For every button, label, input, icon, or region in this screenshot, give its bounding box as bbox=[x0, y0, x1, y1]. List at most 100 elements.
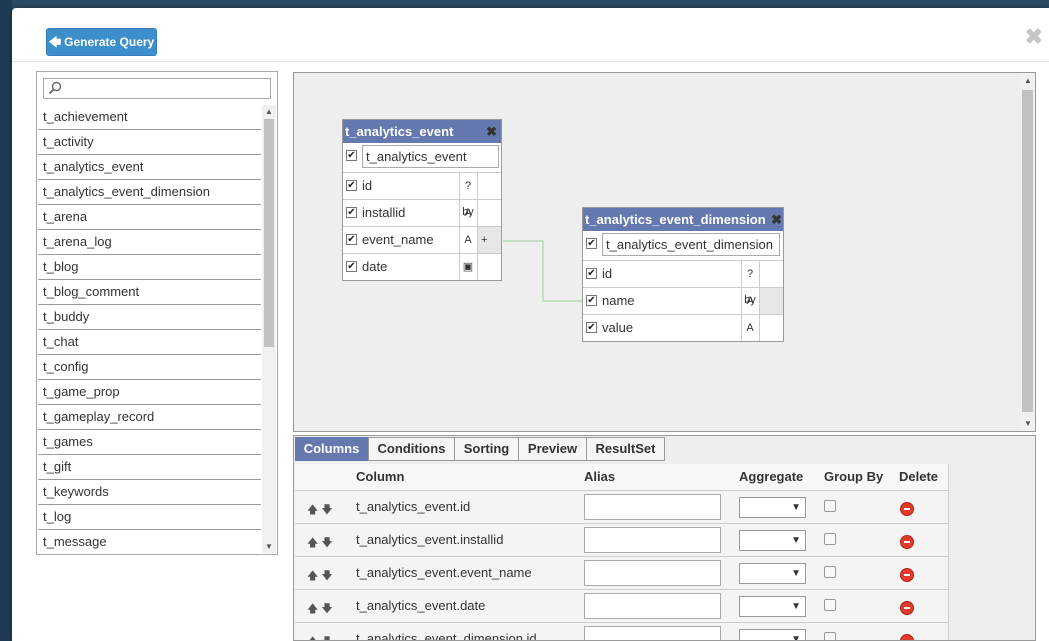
table-list-item[interactable]: t_message bbox=[38, 530, 261, 553]
alias-input[interactable] bbox=[584, 626, 721, 640]
scroll-down-icon[interactable]: ▼ bbox=[265, 542, 273, 551]
group-by-checkbox[interactable] bbox=[824, 500, 836, 512]
field-checkbox[interactable]: ✔ bbox=[346, 207, 357, 218]
aggregate-select[interactable]: ▼ bbox=[739, 497, 806, 518]
aggregate-select[interactable]: ▼ bbox=[739, 629, 806, 640]
table-list-item[interactable]: t_analytics_event bbox=[38, 155, 261, 180]
move-down-icon[interactable]: 🡇 bbox=[321, 534, 332, 553]
select-all-checkbox[interactable]: ✔ bbox=[346, 150, 357, 161]
group-by-checkbox[interactable] bbox=[824, 599, 836, 611]
tab-preview[interactable]: Preview bbox=[518, 437, 587, 461]
aggregate-select[interactable]: ▼ bbox=[739, 596, 806, 617]
move-up-icon[interactable]: 🡅 bbox=[307, 534, 318, 553]
group-by-checkbox[interactable] bbox=[824, 566, 836, 578]
field-checkbox[interactable]: ✔ bbox=[346, 234, 357, 245]
entity-header[interactable]: t_analytics_event ✖ bbox=[343, 120, 501, 143]
entity-header[interactable]: t_analytics_event_dimension ✖ bbox=[583, 208, 783, 231]
group-by-checkbox[interactable] bbox=[824, 533, 836, 545]
entity-alias-input[interactable]: t_analytics_event_dimension bbox=[602, 233, 780, 256]
table-list-item[interactable]: t_analytics_event_dimension bbox=[38, 180, 261, 205]
table-list-item[interactable]: t_gift bbox=[38, 455, 261, 480]
move-up-icon[interactable]: 🡅 bbox=[307, 633, 318, 640]
field-checkbox[interactable]: ✔ bbox=[586, 322, 597, 333]
field-checkbox[interactable]: ✔ bbox=[586, 268, 597, 279]
header-delete: Delete bbox=[899, 469, 939, 484]
entity-alias-input[interactable]: t_analytics_event bbox=[362, 145, 499, 168]
table-list-scrollbar[interactable]: ▲ ▼ bbox=[262, 105, 276, 553]
scroll-thumb[interactable] bbox=[264, 119, 274, 347]
table-list-item[interactable]: t_log bbox=[38, 505, 261, 530]
table-list-item[interactable]: t_game_prop bbox=[38, 380, 261, 405]
generate-query-button[interactable]: 🡄 Generate Query bbox=[46, 28, 157, 56]
move-down-icon[interactable]: 🡇 bbox=[321, 633, 332, 640]
table-list-item[interactable]: t_games bbox=[38, 430, 261, 455]
move-down-icon[interactable]: 🡇 bbox=[321, 567, 332, 586]
alias-input[interactable] bbox=[584, 560, 721, 586]
scroll-down-icon[interactable]: ▼ bbox=[1024, 419, 1032, 428]
table-list-item[interactable]: t_gameplay_record bbox=[38, 405, 261, 430]
field-checkbox[interactable]: ✔ bbox=[586, 295, 597, 306]
column-name: t_analytics_event.installid bbox=[356, 532, 504, 547]
field-checkbox[interactable]: ✔ bbox=[346, 261, 357, 272]
field-extra-cell bbox=[759, 315, 783, 341]
scroll-up-icon[interactable]: ▲ bbox=[265, 107, 273, 116]
tab-columns[interactable]: Columns bbox=[295, 437, 368, 461]
select-all-checkbox[interactable]: ✔ bbox=[586, 238, 597, 249]
entity-title: t_analytics_event_dimension bbox=[585, 212, 766, 227]
aggregate-select[interactable]: ▼ bbox=[739, 563, 806, 584]
table-row: 🡅 🡇 t_analytics_event.id ▼ bbox=[295, 491, 948, 524]
query-designer-canvas[interactable]: t_analytics_event ✖ ✔ t_analytics_event ✔… bbox=[293, 72, 1036, 432]
move-up-icon[interactable]: 🡅 bbox=[307, 567, 318, 586]
field-type-icon: A bbox=[459, 200, 476, 226]
table-list-item[interactable]: t_blog bbox=[38, 255, 261, 280]
column-name: t_analytics_event.id bbox=[356, 499, 471, 514]
columns-grid: Column Alias Aggregate Group By Delete 🡅… bbox=[295, 464, 949, 640]
table-list-item[interactable]: t_achievement bbox=[38, 105, 261, 130]
canvas-scrollbar[interactable]: ▲ ▼ bbox=[1020, 73, 1035, 431]
remove-entity-icon[interactable]: ✖ bbox=[771, 208, 782, 231]
alias-input[interactable] bbox=[584, 494, 721, 520]
move-down-icon[interactable]: 🡇 bbox=[321, 600, 332, 619]
field-name: installid bbox=[362, 205, 406, 220]
field-extra-cell bbox=[477, 200, 501, 226]
move-up-icon[interactable]: 🡅 bbox=[307, 600, 318, 619]
field-name: date bbox=[362, 259, 388, 274]
scroll-thumb[interactable] bbox=[1022, 90, 1033, 412]
move-up-icon[interactable]: 🡅 bbox=[307, 501, 318, 520]
delete-icon[interactable] bbox=[900, 535, 914, 549]
scroll-up-icon[interactable]: ▲ bbox=[1024, 76, 1032, 85]
move-down-icon[interactable]: 🡇 bbox=[321, 501, 332, 520]
table-list-item[interactable]: t_activity bbox=[38, 130, 261, 155]
table-list-item[interactable]: t_arena_log bbox=[38, 230, 261, 255]
entity-t-analytics-event-dimension[interactable]: t_analytics_event_dimension ✖ ✔ t_analyti… bbox=[582, 207, 784, 342]
field-extra-cell bbox=[477, 254, 501, 280]
alias-input[interactable] bbox=[584, 593, 721, 619]
delete-icon[interactable] bbox=[900, 502, 914, 516]
remove-entity-icon[interactable]: ✖ bbox=[486, 120, 497, 143]
table-list-item[interactable]: t_config bbox=[38, 355, 261, 380]
table-list-item[interactable]: t_blog_comment bbox=[38, 280, 261, 305]
table-search-input[interactable] bbox=[43, 78, 271, 99]
delete-icon[interactable] bbox=[900, 634, 914, 640]
table-list-item[interactable]: t_keywords bbox=[38, 480, 261, 505]
delete-icon[interactable] bbox=[900, 601, 914, 615]
delete-icon[interactable] bbox=[900, 568, 914, 582]
alias-input[interactable] bbox=[584, 527, 721, 553]
aggregate-select[interactable]: ▼ bbox=[739, 530, 806, 551]
field-checkbox[interactable]: ✔ bbox=[346, 180, 357, 191]
close-icon[interactable]: ✖ bbox=[1025, 26, 1043, 48]
entity-field-row: ✔ id ?by bbox=[583, 260, 783, 306]
table-list-item[interactable]: t_buddy bbox=[38, 305, 261, 330]
group-by-checkbox[interactable] bbox=[824, 632, 836, 640]
tab-sorting[interactable]: Sorting bbox=[454, 437, 519, 461]
column-name: t_analytics_event.event_name bbox=[356, 565, 532, 580]
field-name: name bbox=[602, 293, 635, 308]
backdrop-edge bbox=[0, 0, 12, 641]
tab-resultset[interactable]: ResultSet bbox=[586, 437, 665, 461]
tab-conditions[interactable]: Conditions bbox=[368, 437, 455, 461]
table-list-item[interactable]: t_arena bbox=[38, 205, 261, 230]
field-name: id bbox=[362, 178, 373, 193]
entity-t-analytics-event[interactable]: t_analytics_event ✖ ✔ t_analytics_event ✔… bbox=[342, 119, 502, 281]
search-icon bbox=[48, 81, 62, 95]
table-list-item[interactable]: t_chat bbox=[38, 330, 261, 355]
